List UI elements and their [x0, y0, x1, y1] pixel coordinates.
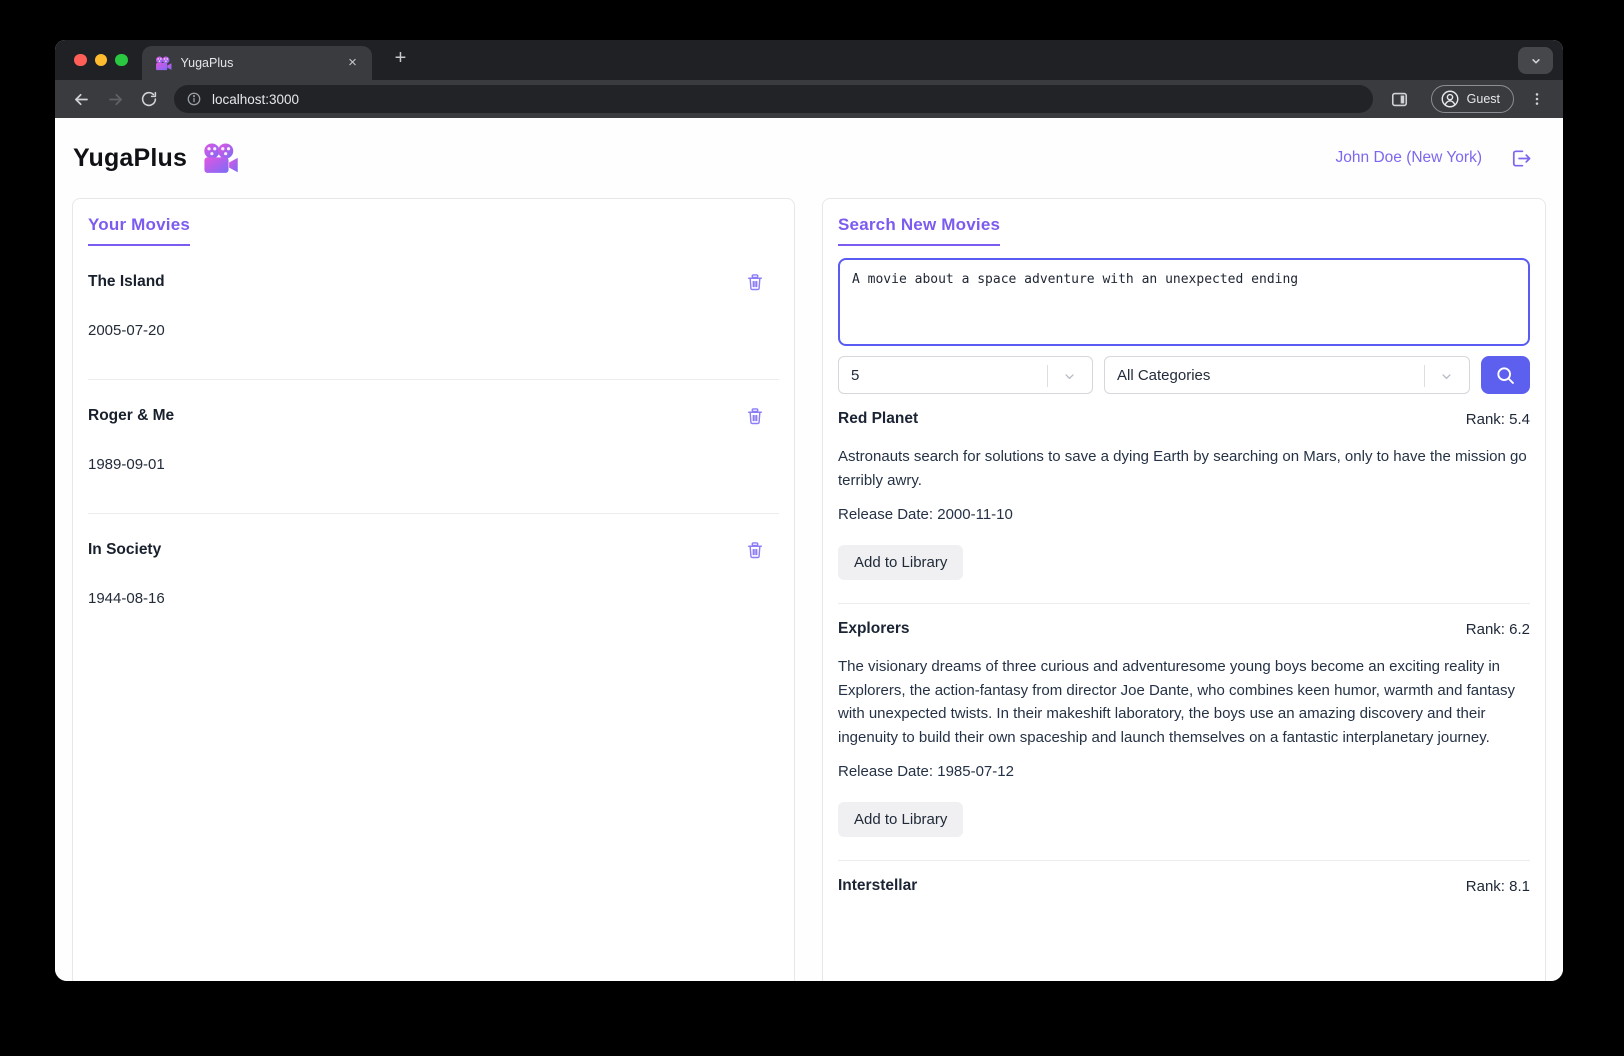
- result-title: Interstellar: [838, 877, 918, 894]
- search-button[interactable]: [1481, 356, 1530, 394]
- movie-camera-icon: [204, 142, 238, 173]
- result-rank: Rank: 8.1: [1465, 877, 1530, 895]
- trash-icon: [748, 542, 762, 559]
- result-description: Astronauts search for solutions to save …: [838, 448, 1527, 489]
- browser-tab[interactable]: YugaPlus ×: [141, 46, 372, 80]
- side-panel-button[interactable]: [1387, 86, 1413, 112]
- app-page: YugaPlus John Doe (New York) Your Movies…: [55, 118, 1563, 981]
- movie-release-date: 2005-07-20: [88, 322, 165, 339]
- chevron-down-icon: [1531, 58, 1540, 64]
- maximize-window-button[interactable]: [115, 53, 128, 66]
- movie-title: Roger & Me: [88, 407, 175, 424]
- movie-title: In Society: [88, 541, 162, 558]
- tab-close-icon[interactable]: ×: [344, 54, 362, 72]
- movie-title: The Island: [88, 273, 165, 290]
- tab-title: YugaPlus: [180, 56, 234, 70]
- result-rank: Rank: 5.4: [1465, 410, 1530, 428]
- browser-menu-button[interactable]: [1524, 86, 1550, 112]
- search-results: Red Planet Rank: 5.4 Astronauts search f…: [838, 394, 1530, 918]
- search-panel: Search New Movies A movie about a space …: [822, 198, 1546, 981]
- site-info-icon[interactable]: [186, 91, 202, 107]
- add-to-library-button[interactable]: Add to Library: [838, 545, 964, 580]
- chevron-down-icon: [1065, 374, 1074, 380]
- category-value: All Categories: [1117, 366, 1211, 384]
- logout-button[interactable]: [1509, 147, 1532, 170]
- search-heading: Search New Movies: [838, 215, 1001, 246]
- person-icon: [1441, 90, 1459, 108]
- search-result-item: Red Planet Rank: 5.4 Astronauts search f…: [838, 394, 1530, 604]
- category-select[interactable]: All Categories: [1104, 356, 1470, 394]
- select-divider: [1424, 365, 1425, 387]
- reload-button[interactable]: [136, 86, 162, 112]
- movie-release-date: 1944-08-16: [88, 590, 165, 607]
- result-rank: Rank: 6.2: [1465, 620, 1530, 638]
- reload-icon: [141, 91, 157, 107]
- trash-icon: [748, 274, 762, 291]
- close-window-button[interactable]: [74, 53, 87, 66]
- window-controls: [74, 53, 128, 66]
- result-release-date: Release Date: 1985-07-12: [838, 763, 1014, 780]
- list-item: Roger & Me 1989-09-01: [88, 380, 779, 514]
- add-to-library-button[interactable]: Add to Library: [838, 802, 964, 837]
- list-item: The Island 2005-07-20: [88, 246, 779, 380]
- guest-button[interactable]: Guest: [1430, 85, 1514, 113]
- new-tab-button[interactable]: +: [388, 46, 414, 72]
- search-icon: [1497, 366, 1514, 384]
- user-label: John Doe (New York): [1335, 149, 1482, 166]
- result-title: Red Planet: [838, 410, 919, 427]
- search-controls: 5 All Categories: [838, 356, 1530, 394]
- your-movies-heading: Your Movies: [88, 215, 191, 246]
- result-description: The visionary dreams of three curious an…: [838, 658, 1515, 746]
- your-movies-panel: Your Movies The Island 2005-07-20 Roger …: [72, 198, 795, 981]
- results-limit-value: 5: [851, 366, 860, 384]
- movie-list: The Island 2005-07-20 Roger & Me 1989-09…: [88, 246, 779, 647]
- minimize-window-button[interactable]: [94, 53, 107, 66]
- list-item: In Society 1944-08-16: [88, 514, 779, 647]
- main-content: Your Movies The Island 2005-07-20 Roger …: [55, 198, 1563, 981]
- guest-label: Guest: [1466, 92, 1500, 106]
- search-query-input[interactable]: A movie about a space adventure with an …: [838, 258, 1530, 346]
- back-button[interactable]: [68, 86, 94, 112]
- url-text: localhost:3000: [212, 91, 300, 107]
- delete-movie-button[interactable]: [745, 540, 765, 560]
- side-panel-icon: [1392, 92, 1408, 106]
- movie-release-date: 1989-09-01: [88, 456, 165, 473]
- result-title: Explorers: [838, 620, 910, 637]
- movie-camera-favicon: [155, 56, 171, 70]
- tab-list-chevron-button[interactable]: [1518, 47, 1553, 74]
- browser-window: YugaPlus × + localhost:3000 Guest YugaPl…: [55, 40, 1563, 981]
- app-header: YugaPlus John Doe (New York): [55, 118, 1563, 198]
- page-title: YugaPlus: [73, 143, 188, 172]
- forward-arrow-icon: [108, 93, 122, 105]
- tab-strip: YugaPlus × +: [55, 40, 1563, 80]
- search-result-item: Interstellar Rank: 8.1: [838, 861, 1530, 918]
- result-release-date: Release Date: 2000-11-10: [838, 506, 1013, 523]
- delete-movie-button[interactable]: [745, 406, 765, 426]
- trash-icon: [748, 408, 762, 425]
- delete-movie-button[interactable]: [745, 272, 765, 292]
- browser-toolbar: localhost:3000 Guest: [55, 80, 1563, 118]
- select-divider: [1047, 365, 1048, 387]
- search-result-item: Explorers Rank: 6.2 The visionary dreams…: [838, 604, 1530, 861]
- chevron-down-icon: [1442, 374, 1451, 380]
- address-bar[interactable]: localhost:3000: [174, 85, 1373, 113]
- kebab-menu-icon: [1535, 93, 1539, 105]
- back-arrow-icon: [74, 93, 88, 105]
- results-limit-select[interactable]: 5: [838, 356, 1093, 394]
- forward-button[interactable]: [102, 86, 128, 112]
